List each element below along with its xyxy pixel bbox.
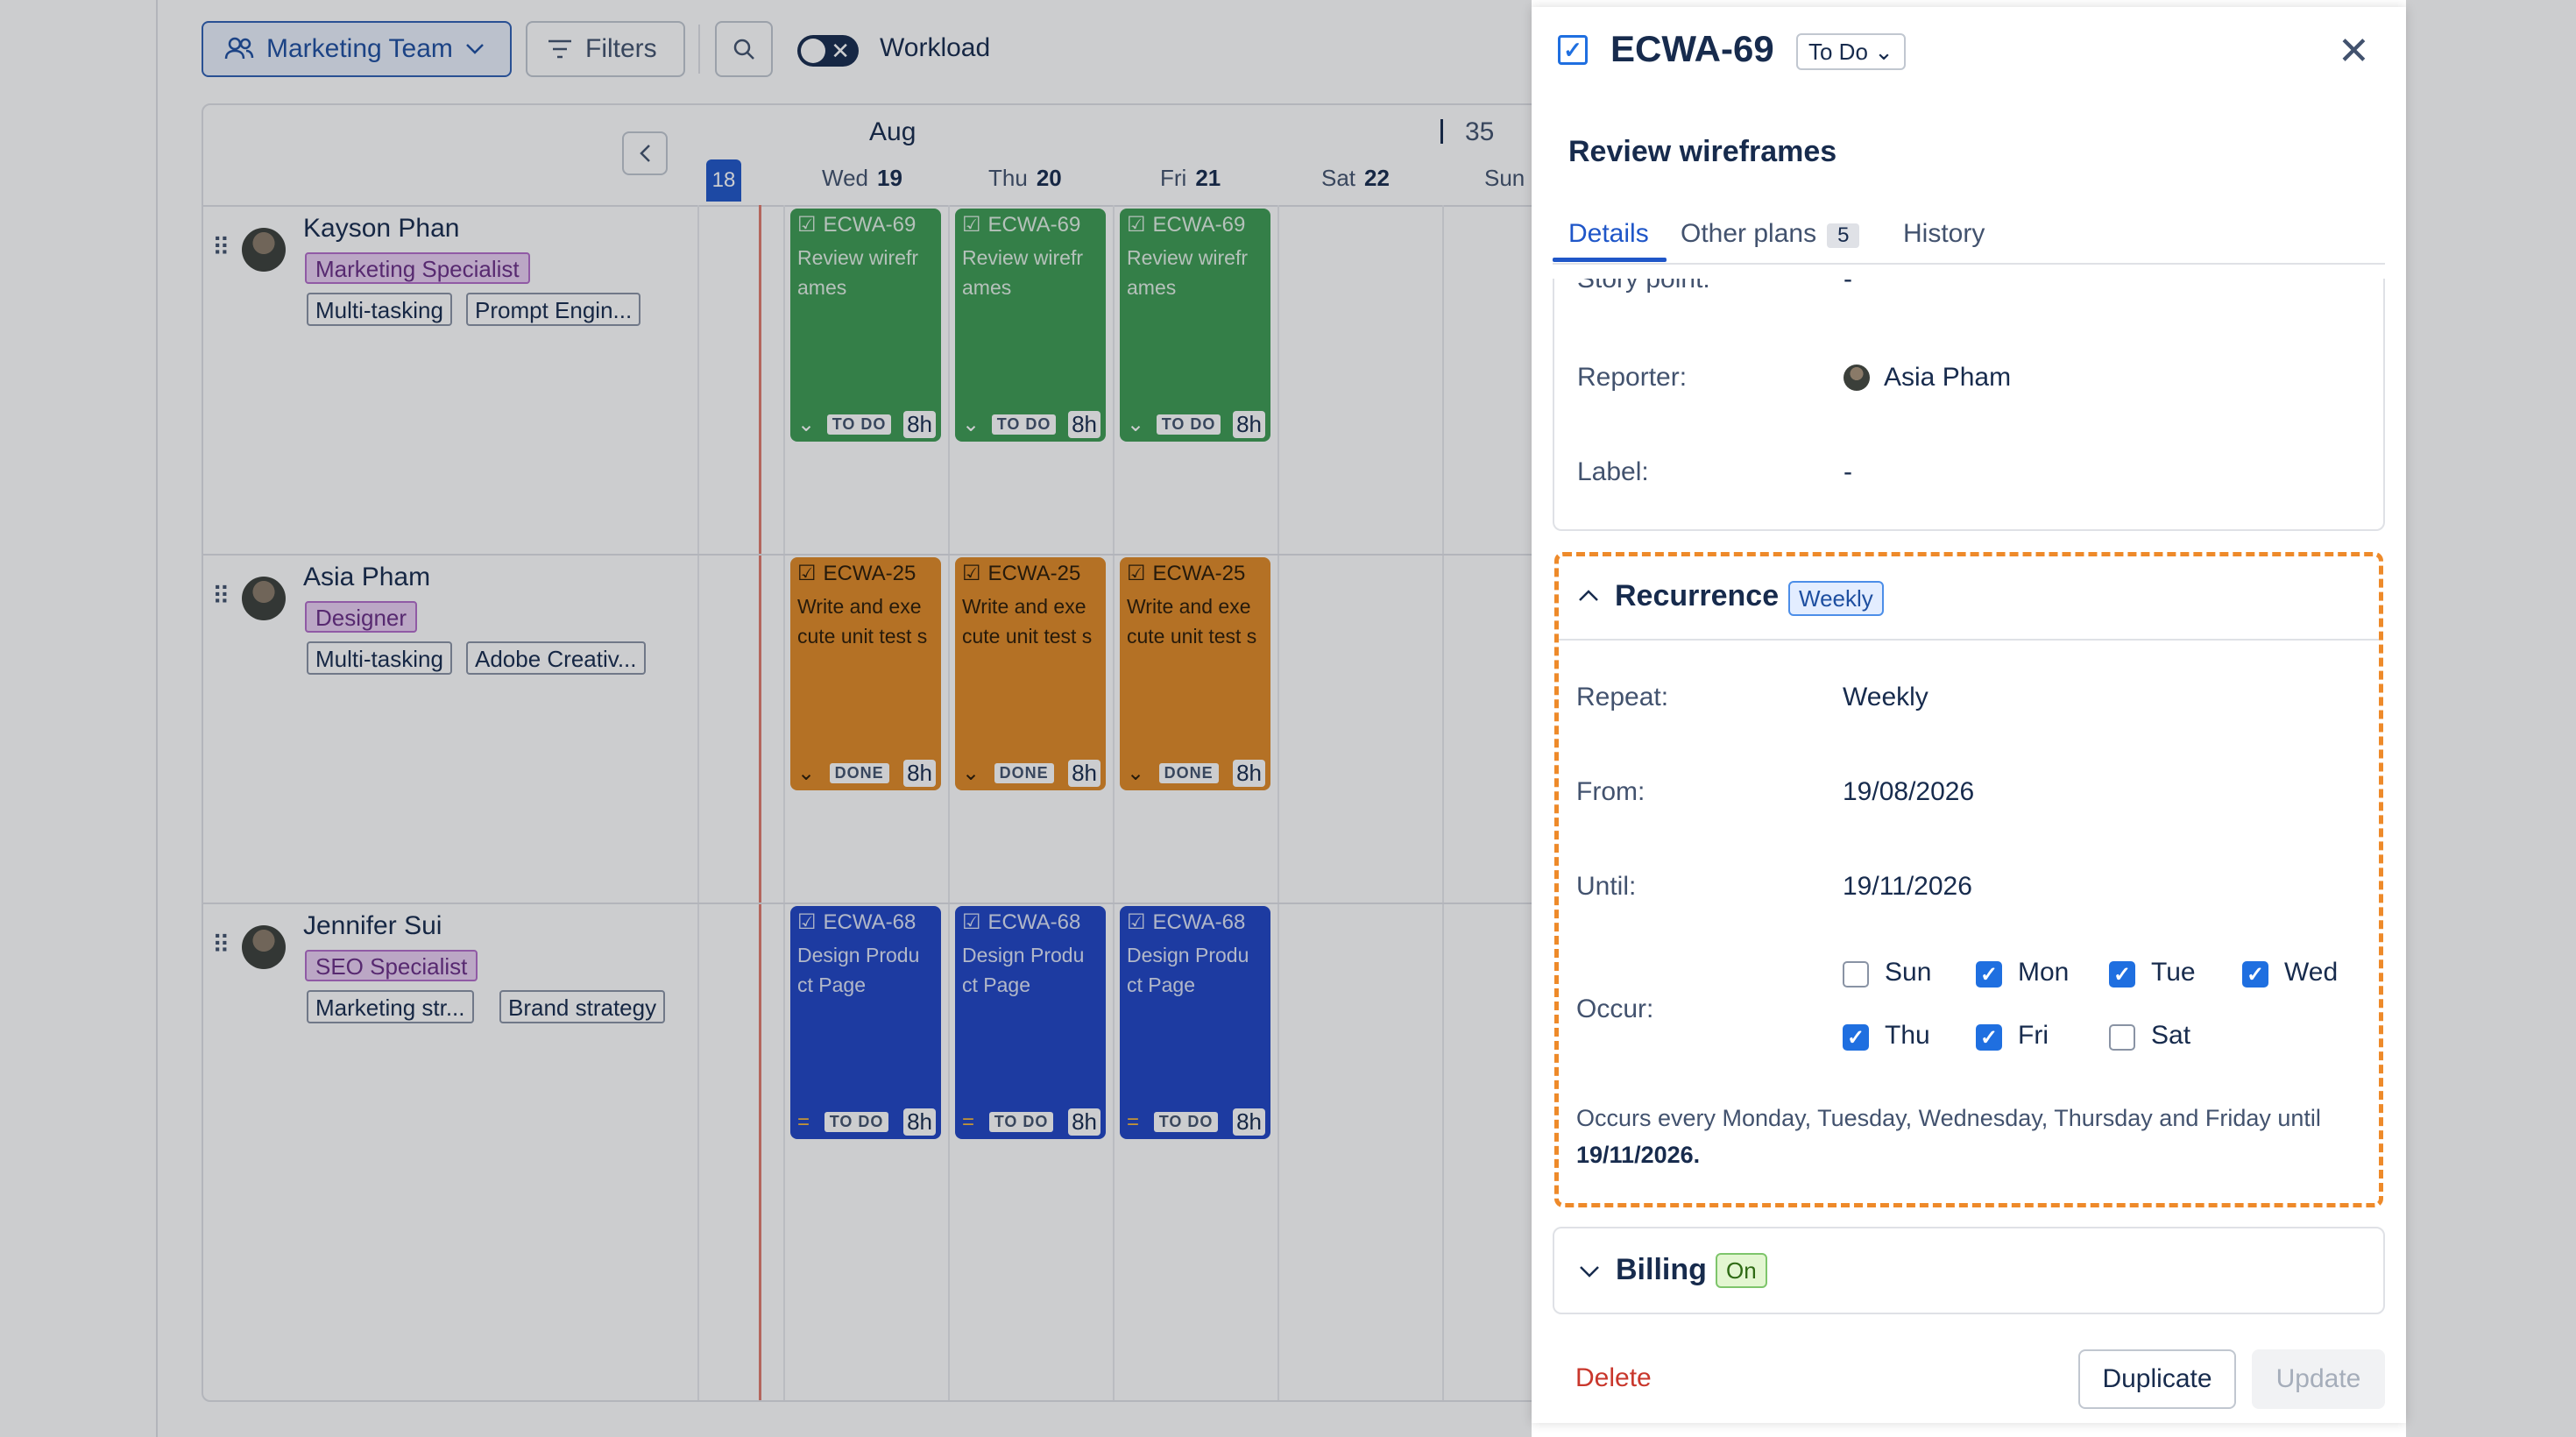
from-date[interactable]: 19/08/2026 <box>1843 777 1974 807</box>
checkbox-sun[interactable] <box>1843 961 1869 987</box>
checkbox-mon[interactable]: ✓ <box>1976 961 2002 987</box>
repeat-value[interactable]: Weekly <box>1843 683 1928 712</box>
field-value: Asia Pham <box>1884 363 2012 392</box>
tab-details[interactable]: Details <box>1568 219 1649 249</box>
until-date[interactable]: 19/11/2026 <box>1843 872 1972 902</box>
checkbox-label: Fri <box>2018 1021 2049 1050</box>
field-label: From: <box>1576 777 1645 806</box>
tab-label: Other plans <box>1681 219 1817 248</box>
update-button[interactable]: Update <box>2252 1349 2385 1409</box>
close-icon[interactable]: ✕ <box>2338 32 2370 71</box>
recurrence-title: Recurrence <box>1615 579 1780 612</box>
field-label: Repeat: <box>1576 683 1669 711</box>
issue-title: Review wireframes <box>1568 135 1837 168</box>
field-value: - <box>1844 457 1852 486</box>
issue-key: ECWA-69 <box>1610 28 1774 69</box>
billing-section[interactable]: Billing On <box>1553 1227 2385 1314</box>
count-badge: 5 <box>1827 223 1860 248</box>
tab-other-plans[interactable]: Other plans 5 <box>1681 219 1860 249</box>
tab-history[interactable]: History <box>1903 219 1985 249</box>
summary-date: 19/11/2026. <box>1576 1142 1701 1168</box>
field-label: Story point: <box>1577 279 1710 294</box>
checkbox-wed[interactable]: ✓ <box>2242 961 2268 987</box>
summary-text: Occurs every Monday, Tuesday, Wednesday,… <box>1576 1105 2321 1131</box>
recurrence-summary: Occurs every Monday, Tuesday, Wednesday,… <box>1576 1100 2356 1173</box>
checkbox-label: Tue <box>2151 958 2196 987</box>
checkbox-fri[interactable]: ✓ <box>1976 1024 2002 1051</box>
detail-tabs: Details Other plans 5 History <box>1553 203 2385 265</box>
chevron-down-icon: ⌄ <box>1874 39 1893 65</box>
frequency-badge: Weekly <box>1788 581 1884 616</box>
issue-detail-panel: ✓ ECWA-69 To Do ⌄ ✕ Review wireframes De… <box>1532 7 2406 1423</box>
modal-backdrop[interactable] <box>2406 0 2576 1437</box>
task-type-icon: ✓ <box>1558 35 1588 65</box>
planner-app: Marketing Team Filters ✕ Workload Aug 35… <box>0 0 2576 1437</box>
checkbox-label: Sat <box>2151 1021 2191 1050</box>
status-value: To Do <box>1808 39 1868 65</box>
delete-button[interactable]: Delete <box>1575 1363 1652 1393</box>
section-divider <box>1559 639 2379 641</box>
checkbox-thu[interactable]: ✓ <box>1843 1024 1869 1051</box>
duplicate-button[interactable]: Duplicate <box>2078 1349 2236 1409</box>
checkbox-label: Wed <box>2284 958 2339 987</box>
field-label: Label: <box>1577 457 1649 486</box>
field-value: - <box>1844 279 1852 294</box>
active-tab-indicator <box>1553 258 1667 262</box>
checkbox-label: Mon <box>2018 958 2070 987</box>
checkbox-label: Thu <box>1885 1021 1930 1050</box>
field-label: Until: <box>1576 872 1637 901</box>
billing-title: Billing <box>1616 1253 1707 1286</box>
field-label: Reporter: <box>1577 363 1688 392</box>
checkbox-label: Sun <box>1885 958 1932 987</box>
chevron-down-icon <box>1580 1266 1599 1278</box>
avatar <box>1844 365 1870 391</box>
field-label: Occur: <box>1576 995 1654 1023</box>
billing-status-badge: On <box>1716 1253 1767 1288</box>
checkbox-tue[interactable]: ✓ <box>2109 961 2135 987</box>
status-dropdown[interactable]: To Do ⌄ <box>1796 33 1906 70</box>
chevron-up-icon[interactable] <box>1578 588 1599 602</box>
recurrence-section: Recurrence Weekly Repeat: Weekly From: 1… <box>1554 552 2383 1207</box>
modal-backdrop[interactable] <box>0 0 1532 1437</box>
checkbox-sat[interactable] <box>2109 1024 2135 1051</box>
details-section: Story point: - Reporter: Asia Pham Label… <box>1553 279 2385 531</box>
